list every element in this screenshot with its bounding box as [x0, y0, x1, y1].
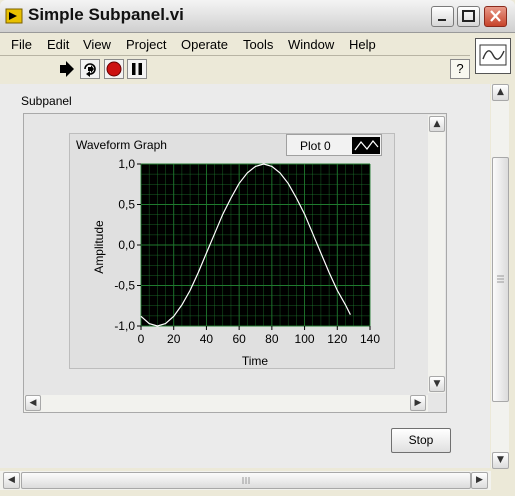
- toolbar: [0, 56, 470, 84]
- grip-icon: [497, 275, 504, 283]
- chevron-left-icon: ◀: [29, 398, 37, 408]
- waveform-icon: [479, 44, 507, 66]
- legend-plot-label: Plot 0: [300, 139, 331, 153]
- run-arrow-icon: [60, 61, 74, 77]
- menu-view[interactable]: View: [83, 37, 111, 52]
- subpanel-scroll-left-button[interactable]: ◀: [25, 395, 41, 411]
- size-grip[interactable]: [491, 471, 515, 496]
- run-continuously-button[interactable]: [80, 59, 100, 79]
- chevron-up-icon: ▲: [497, 87, 504, 97]
- menu-window[interactable]: Window: [288, 37, 334, 52]
- abort-button[interactable]: [104, 59, 124, 79]
- vi-window: Simple Subpanel.vi File Edit View Projec…: [0, 0, 515, 496]
- subpanel-label: Subpanel: [21, 94, 72, 108]
- menu-bar: File Edit View Project Operate Tools Win…: [0, 33, 470, 55]
- title-bar[interactable]: Simple Subpanel.vi: [0, 0, 515, 33]
- stop-button[interactable]: Stop: [391, 428, 451, 453]
- menu-file[interactable]: File: [11, 37, 32, 52]
- window-scroll-right-button[interactable]: ▶: [471, 472, 488, 489]
- subpanel-vertical-scrollbar[interactable]: [428, 115, 445, 393]
- window-title: Simple Subpanel.vi: [28, 5, 184, 24]
- window-vertical-scroll-thumb[interactable]: [492, 157, 509, 402]
- minimize-button[interactable]: [431, 6, 454, 27]
- vi-icon[interactable]: [475, 38, 511, 74]
- stop-sign-icon: [106, 61, 122, 77]
- subpanel-horizontal-scrollbar[interactable]: [24, 395, 428, 412]
- waveform-swatch-icon: [354, 140, 379, 151]
- graph-title: Waveform Graph: [76, 138, 167, 152]
- chevron-right-icon: ▶: [476, 475, 483, 485]
- chevron-down-icon: ▼: [433, 379, 441, 389]
- run-continuously-icon: [84, 63, 96, 77]
- subpanel-scroll-right-button[interactable]: ▶: [410, 395, 426, 411]
- window-scroll-up-button[interactable]: ▲: [492, 84, 509, 101]
- legend-plot-swatch: [352, 137, 380, 154]
- pause-icon: [132, 63, 142, 75]
- maximize-icon: [462, 10, 475, 22]
- chevron-right-icon: ▶: [414, 398, 422, 408]
- menu-tools[interactable]: Tools: [243, 37, 273, 52]
- labview-app-icon: [5, 8, 23, 24]
- waveform-graph: [69, 133, 395, 369]
- minimize-icon: [438, 19, 446, 21]
- grip-icon: [242, 477, 250, 484]
- window-scroll-left-button[interactable]: ◀: [3, 472, 20, 489]
- maximize-button[interactable]: [457, 6, 480, 27]
- pause-button[interactable]: [127, 59, 147, 79]
- menu-operate[interactable]: Operate: [181, 37, 228, 52]
- subpanel-scroll-up-button[interactable]: ▲: [429, 116, 445, 132]
- window-scroll-down-button[interactable]: ▼: [492, 452, 509, 469]
- chevron-left-icon: ◀: [8, 475, 15, 485]
- close-button[interactable]: [484, 6, 507, 27]
- subpanel-scroll-down-button[interactable]: ▼: [429, 376, 445, 392]
- menu-project[interactable]: Project: [126, 37, 166, 52]
- close-icon: [490, 10, 501, 22]
- menu-help[interactable]: Help: [349, 37, 376, 52]
- context-help-button[interactable]: ?: [450, 59, 470, 79]
- run-button[interactable]: [57, 59, 77, 79]
- chevron-down-icon: ▼: [497, 455, 504, 465]
- chevron-up-icon: ▲: [433, 119, 441, 129]
- window-horizontal-scroll-thumb[interactable]: [21, 472, 471, 489]
- menu-edit[interactable]: Edit: [47, 37, 69, 52]
